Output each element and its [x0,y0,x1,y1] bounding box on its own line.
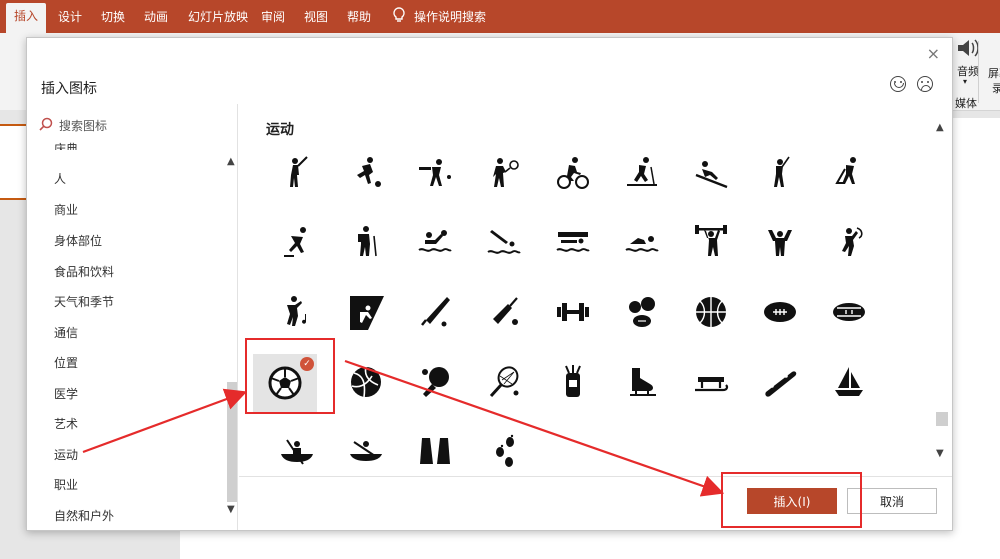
basketball-icon[interactable] [683,284,739,340]
tab-insert[interactable]: 插入 [6,3,47,33]
tab-design[interactable]: 设计 [58,8,82,25]
category-communication[interactable]: 通信 [54,324,78,341]
sports-balls-icon[interactable] [614,284,670,340]
chevron-up-icon[interactable]: ▲ [936,122,944,133]
insert-icons-dialog: × 插入图标 庆典 人 商业 身体部位 食品和饮料 天气和季节 通信 位置 医学… [26,37,953,531]
soccer-kick-icon[interactable] [338,145,394,201]
dumbbell-icon[interactable] [545,284,601,340]
icon-grid: 运动 ✓ ▲ ▼ [239,104,952,476]
audio-button[interactable]: 音频 [957,63,979,79]
annotation-box-insert-button [721,472,862,528]
tab-animations[interactable]: 动画 [144,8,168,25]
canoe-icon[interactable] [269,424,325,476]
rhythmic-gymnast-icon[interactable] [821,214,877,270]
speed-skater-icon[interactable] [269,214,325,270]
gymnast-rings-icon[interactable] [752,214,808,270]
tab-slideshow[interactable]: 幻灯片放映 [188,8,248,25]
baseball-bat-icon[interactable] [407,284,463,340]
swimmer-wave-icon[interactable] [545,214,601,270]
category-location[interactable]: 位置 [54,354,78,371]
downhill-skier-icon[interactable] [683,145,739,201]
lightbulb-icon [392,7,406,26]
skateboard-icon[interactable] [752,354,808,410]
water-polo-icon[interactable] [407,214,463,270]
category-list: 庆典 人 商业 身体部位 食品和饮料 天气和季节 通信 位置 医学 艺术 运动 … [27,138,239,530]
category-business[interactable]: 商业 [54,201,78,218]
screen-recording-label-2: 录 [992,82,1000,95]
diver-icon[interactable] [476,214,532,270]
hiker-icon[interactable] [338,214,394,270]
ribbon-tab-bar: 插入 设计 切换 动画 幻灯片放映 审阅 视图 帮助 操作说明搜索 [0,0,1000,33]
category-celebration[interactable]: 庆典 [54,140,78,150]
golfer-icon[interactable] [752,145,808,201]
smile-feedback-icon[interactable] [890,76,906,92]
golf-bag-icon[interactable] [545,354,601,410]
search-box [39,114,237,138]
category-people[interactable]: 人 [54,170,66,187]
category-occupations[interactable]: 职业 [54,476,78,493]
search-input[interactable] [57,114,236,138]
media-group-label: 媒体 [955,97,977,110]
tab-view[interactable]: 视图 [304,8,328,25]
tab-review[interactable]: 审阅 [261,8,285,25]
category-nature-outdoors[interactable]: 自然和户外 [54,507,114,524]
ice-skate-icon[interactable] [614,354,670,410]
dialog-title: 插入图标 [41,81,97,97]
tennis-player-icon[interactable] [476,145,532,201]
chevron-down-icon[interactable]: ▼ [936,448,944,459]
icon-grid-scrollbar-thumb[interactable] [936,412,948,426]
section-title: 运动 [266,122,294,138]
slide-thumbnail[interactable] [0,124,28,200]
chevron-down-icon[interactable]: ▼ [227,504,235,515]
frown-feedback-icon[interactable] [917,76,933,92]
screen-recording-button[interactable]: 屏幕录 [988,65,1000,81]
footprints-icon[interactable] [476,424,532,476]
tell-me-search[interactable]: 操作说明搜索 [414,8,486,25]
tab-help[interactable]: 帮助 [347,8,371,25]
table-tennis-icon[interactable] [407,354,463,410]
group-divider [978,41,979,103]
chevron-down-icon[interactable]: ▾ [963,77,967,86]
close-icon[interactable]: × [927,44,940,63]
pane-divider [237,104,238,530]
swimmer-icon[interactable] [614,214,670,270]
weightlifter-icon[interactable] [683,214,739,270]
chevron-up-icon[interactable]: ▲ [227,156,235,167]
category-arts[interactable]: 艺术 [54,415,78,432]
dancer-icon[interactable] [269,284,325,340]
tennis-racket-icon[interactable] [476,354,532,410]
sled-icon[interactable] [683,354,739,410]
american-football-icon[interactable] [752,284,808,340]
category-food-drink[interactable]: 食品和饮料 [54,263,114,280]
kayak-icon[interactable] [338,424,394,476]
baseball-batter-icon[interactable] [269,145,325,201]
rock-climber-icon[interactable] [338,284,394,340]
tab-transitions[interactable]: 切换 [101,8,125,25]
search-icon [39,117,53,134]
category-body-parts[interactable]: 身体部位 [54,232,102,249]
rugby-ball-icon[interactable] [821,284,877,340]
annotation-box-selected-icon [245,338,335,414]
category-medical[interactable]: 医学 [54,385,78,402]
cyclist-icon[interactable] [545,145,601,201]
cricket-batter-icon[interactable] [407,145,463,201]
cricket-bat-icon[interactable] [476,284,532,340]
speaker-icon[interactable] [955,37,979,62]
cross-country-skier-icon[interactable] [614,145,670,201]
category-scrollbar-thumb[interactable] [227,382,237,502]
category-weather-seasons[interactable]: 天气和季节 [54,293,114,310]
swim-fins-icon[interactable] [407,424,463,476]
category-sports[interactable]: 运动 [54,446,78,463]
hockey-player-icon[interactable] [821,145,877,201]
volleyball-icon[interactable] [338,354,394,410]
sailboat-icon[interactable] [821,354,877,410]
